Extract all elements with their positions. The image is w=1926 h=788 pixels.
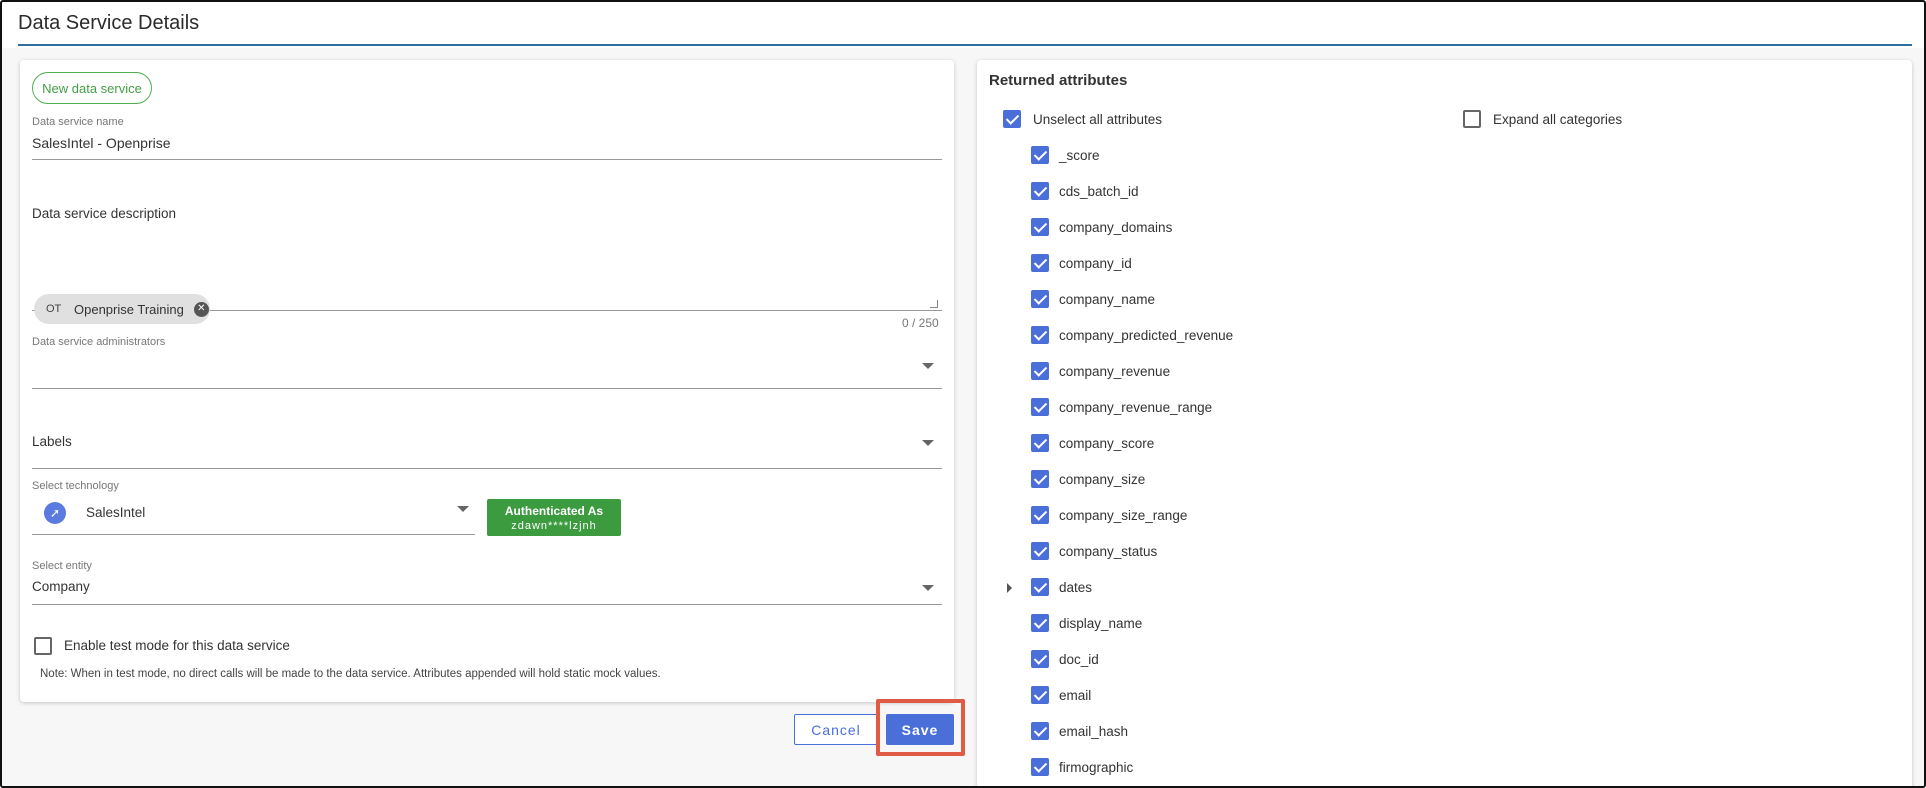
attribute-item-company-id[interactable]: company_id xyxy=(977,254,1377,274)
labels-dropdown-chevron-down-icon[interactable] xyxy=(922,440,934,446)
entity-field-underline xyxy=(32,604,942,605)
returned-attributes-title: Returned attributes xyxy=(989,72,1128,89)
attribute-checkbox[interactable] xyxy=(1031,146,1049,164)
technology-field-label: Select technology xyxy=(32,480,119,492)
expand-all-checkbox[interactable] xyxy=(1463,110,1481,128)
attribute-item-company-revenue[interactable]: company_revenue xyxy=(977,362,1377,382)
attribute-label: company_size xyxy=(1059,472,1146,487)
attribute-item-company-name[interactable]: company_name xyxy=(977,290,1377,310)
administrators-dropdown-chevron-down-icon[interactable] xyxy=(922,363,934,369)
attribute-item-score[interactable]: _score xyxy=(977,146,1377,166)
admin-chip: OT Openprise Training ✕ xyxy=(34,294,210,324)
admin-chip-name: Openprise Training xyxy=(74,301,184,317)
authenticated-as-badge: Authenticated As zdawn****lzjnh xyxy=(487,499,621,536)
attribute-checkbox[interactable] xyxy=(1031,326,1049,344)
attribute-label: company_status xyxy=(1059,544,1158,559)
attribute-item-company-score[interactable]: company_score xyxy=(977,434,1377,454)
attribute-label: company_size_range xyxy=(1059,508,1188,523)
entity-select[interactable]: Company xyxy=(32,579,90,594)
attribute-checkbox[interactable] xyxy=(1031,398,1049,416)
attribute-label: _score xyxy=(1059,148,1100,163)
save-button[interactable]: Save xyxy=(886,714,954,745)
attribute-checkbox[interactable] xyxy=(1031,182,1049,200)
attribute-label: company_revenue xyxy=(1059,364,1171,379)
attribute-item-company-size[interactable]: company_size xyxy=(977,470,1377,490)
chip-remove-icon[interactable]: ✕ xyxy=(193,301,209,317)
attribute-item-company-revenue-range[interactable]: company_revenue_range xyxy=(977,398,1377,418)
attribute-label: display_name xyxy=(1059,616,1143,631)
attribute-item-doc-id[interactable]: doc_id xyxy=(977,650,1377,670)
salesintel-logo-icon: ➚ xyxy=(44,502,66,524)
expand-arrow-icon[interactable] xyxy=(1007,583,1012,593)
attribute-checkbox[interactable] xyxy=(1031,290,1049,308)
attribute-label: company_score xyxy=(1059,436,1155,451)
attribute-checkbox[interactable] xyxy=(1031,506,1049,524)
auth-badge-title: Authenticated As xyxy=(504,503,604,518)
attribute-label: email_hash xyxy=(1059,724,1129,739)
labels-field-underline xyxy=(32,468,942,469)
cancel-button[interactable]: Cancel xyxy=(794,714,878,745)
attribute-item-email-hash[interactable]: email_hash xyxy=(977,722,1377,742)
attribute-label: company_name xyxy=(1059,292,1156,307)
attribute-item-firmographic[interactable]: firmographic xyxy=(977,758,1377,778)
resize-handle-icon[interactable] xyxy=(930,300,938,308)
attribute-label: firmographic xyxy=(1059,760,1134,775)
administrators-field-label: Data service administrators xyxy=(32,336,166,348)
app-frame: Data Service Details New data service Da… xyxy=(0,0,1926,788)
returned-attributes-card: Returned attributes Unselect all attribu… xyxy=(977,60,1912,786)
attribute-label: company_id xyxy=(1059,256,1132,271)
technology-field-underline xyxy=(32,534,475,535)
attribute-label: company_revenue_range xyxy=(1059,400,1213,415)
test-mode-label: Enable test mode for this data service xyxy=(64,638,290,653)
attribute-checkbox[interactable] xyxy=(1031,758,1049,776)
attribute-label: company_predicted_revenue xyxy=(1059,328,1234,343)
attribute-label: company_domains xyxy=(1059,220,1173,235)
auth-badge-user: zdawn****lzjnh xyxy=(511,519,597,532)
page-title: Data Service Details xyxy=(18,12,200,34)
expand-all-label: Expand all categories xyxy=(1493,112,1623,127)
test-mode-checkbox[interactable] xyxy=(34,637,52,655)
attribute-checkbox[interactable] xyxy=(1031,470,1049,488)
attribute-label: doc_id xyxy=(1059,652,1099,667)
technology-dropdown-chevron-down-icon[interactable] xyxy=(457,506,469,512)
name-field-input[interactable]: SalesIntel - Openprise xyxy=(32,135,171,151)
attribute-checkbox[interactable] xyxy=(1031,614,1049,632)
attribute-item-cds-batch-id[interactable]: cds_batch_id xyxy=(977,182,1377,202)
entity-field-label: Select entity xyxy=(32,560,92,572)
attribute-checkbox[interactable] xyxy=(1031,434,1049,452)
data-service-form-card: New data service Data service name Sales… xyxy=(20,60,954,702)
administrators-field-underline xyxy=(32,388,942,389)
name-field-label: Data service name xyxy=(32,116,124,128)
attribute-checkbox[interactable] xyxy=(1031,686,1049,704)
admin-chip-initials: OT xyxy=(46,303,62,315)
attribute-item-company-domains[interactable]: company_domains xyxy=(977,218,1377,238)
attribute-item-email[interactable]: email xyxy=(977,686,1377,706)
attribute-label: email xyxy=(1059,688,1092,703)
attribute-checkbox[interactable] xyxy=(1031,650,1049,668)
unselect-all-checkbox[interactable] xyxy=(1003,110,1021,128)
technology-select[interactable]: SalesIntel xyxy=(86,505,145,520)
attribute-item-company-predicted-revenue[interactable]: company_predicted_revenue xyxy=(977,326,1377,346)
title-divider xyxy=(18,44,1912,46)
attribute-item-display-name[interactable]: display_name xyxy=(977,614,1377,634)
name-field-underline xyxy=(32,159,942,160)
attribute-item-company-size-range[interactable]: company_size_range xyxy=(977,506,1377,526)
attribute-label: dates xyxy=(1059,580,1093,595)
attribute-item-company-status[interactable]: company_status xyxy=(977,542,1377,562)
new-data-service-button[interactable]: New data service xyxy=(32,72,152,104)
description-char-counter: 0 / 250 xyxy=(902,316,939,330)
attribute-checkbox[interactable] xyxy=(1031,218,1049,236)
entity-dropdown-chevron-down-icon[interactable] xyxy=(922,585,934,591)
attribute-item-dates[interactable]: dates xyxy=(977,578,1377,598)
labels-field[interactable]: Labels xyxy=(32,434,72,449)
attribute-checkbox[interactable] xyxy=(1031,578,1049,596)
attribute-label: cds_batch_id xyxy=(1059,184,1139,199)
attribute-checkbox[interactable] xyxy=(1031,254,1049,272)
attribute-checkbox[interactable] xyxy=(1031,542,1049,560)
attribute-checkbox[interactable] xyxy=(1031,362,1049,380)
attribute-checkbox[interactable] xyxy=(1031,722,1049,740)
test-mode-note: Note: When in test mode, no direct calls… xyxy=(40,668,661,680)
unselect-all-label: Unselect all attributes xyxy=(1033,112,1163,127)
